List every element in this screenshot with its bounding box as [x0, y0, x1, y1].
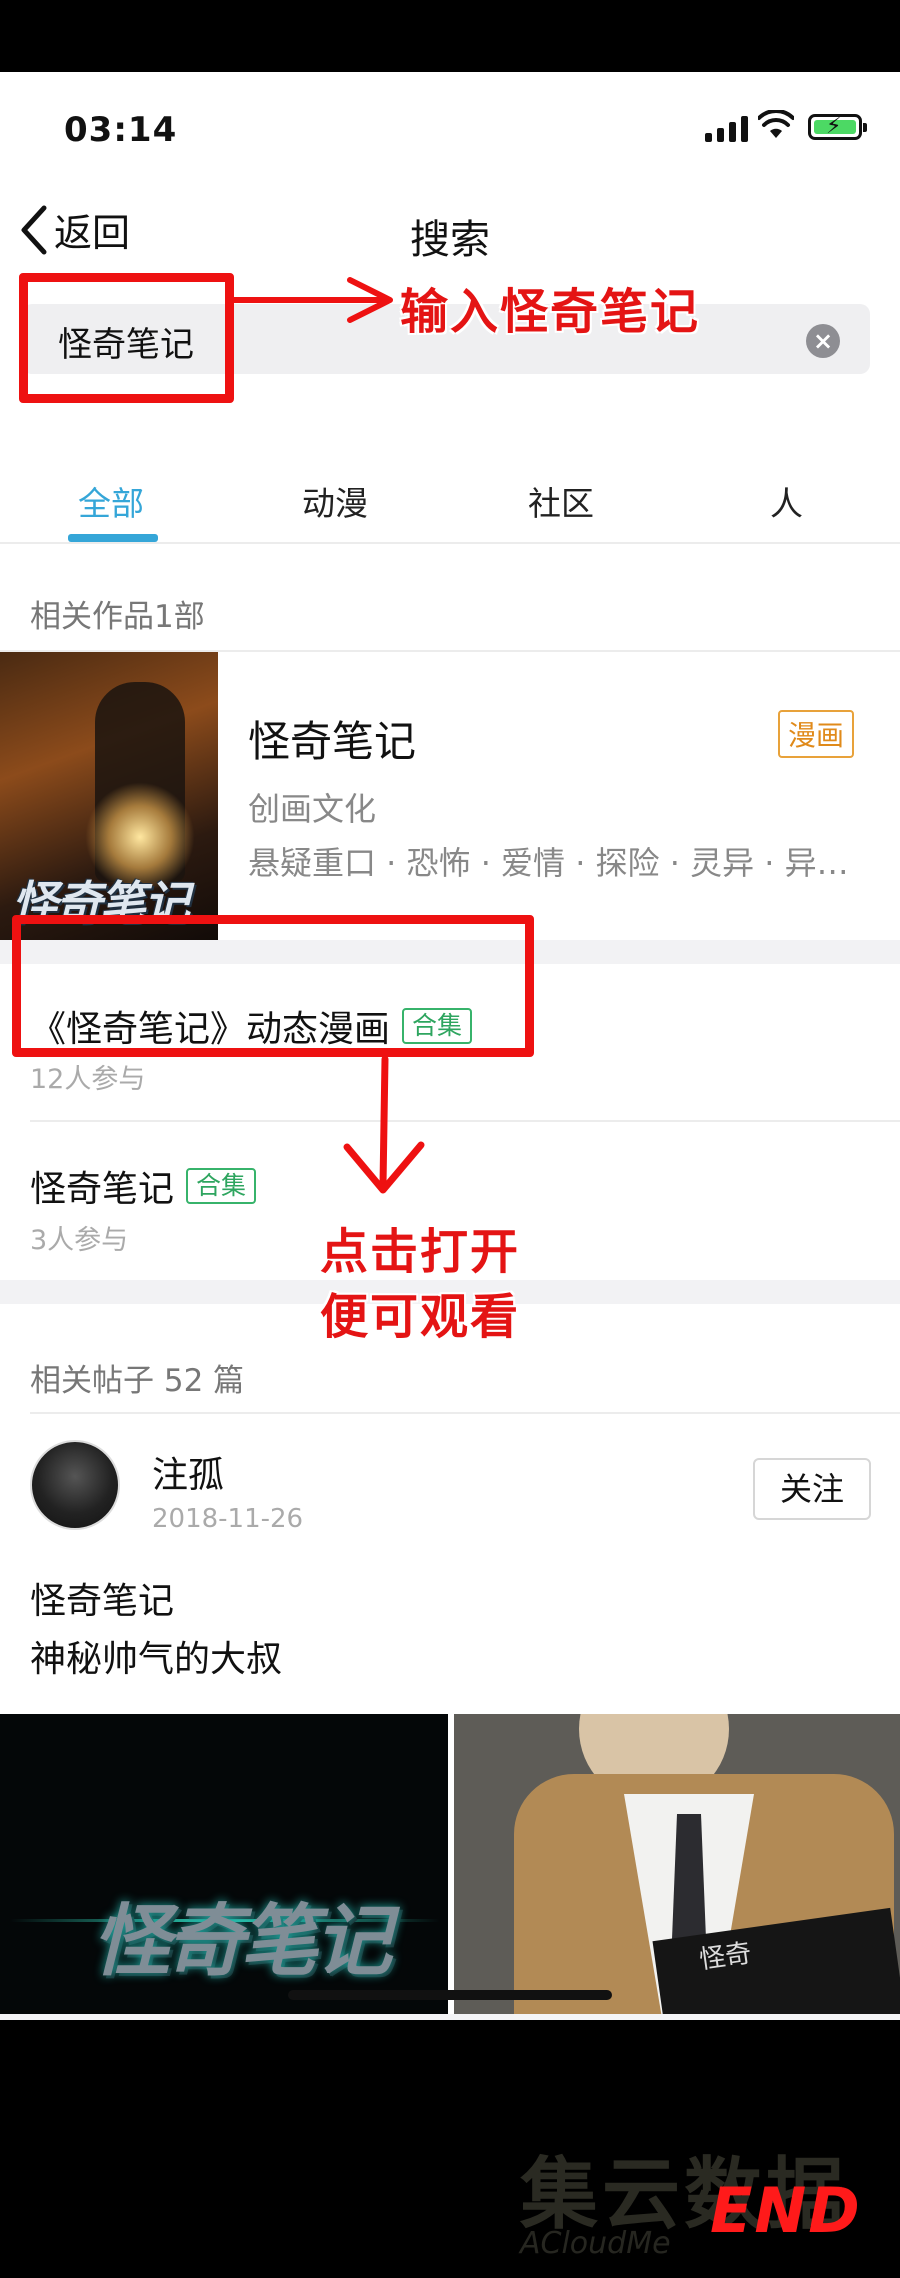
post-image[interactable]: 怪奇笔记: [0, 1714, 448, 2014]
click-hint-line2: 便可观看: [320, 1289, 521, 1345]
work-tags: 悬疑重口 · 恐怖 · 爱情 · 探险 · 灵异 · 异…: [248, 844, 849, 882]
tab-community[interactable]: 社区: [528, 477, 594, 525]
post-author[interactable]: 注孤: [152, 1446, 224, 1498]
divider: [30, 1412, 900, 1414]
avatar[interactable]: [30, 1440, 120, 1530]
divider: [0, 542, 900, 544]
work-cover-image[interactable]: 怪奇笔记: [0, 652, 218, 940]
home-indicator: [288, 1990, 612, 2000]
post-date: 2018-11-26: [152, 1504, 304, 1534]
watermark-subtext: ACloudMe: [520, 2226, 671, 2261]
works-section-header: 相关作品1部: [30, 599, 205, 635]
tab-anime[interactable]: 动漫: [302, 477, 368, 525]
bottom-bar: [0, 2014, 900, 2020]
post-image[interactable]: 怪奇: [454, 1714, 900, 2014]
topic-title: 怪奇笔记: [30, 1169, 175, 1210]
post-image-book-text: 怪奇: [697, 1938, 754, 1976]
post-text-line: 怪奇笔记: [30, 1581, 175, 1622]
clear-icon[interactable]: ×: [806, 324, 840, 358]
topic-highlight-box: [12, 915, 534, 1057]
search-highlight-box: [19, 273, 234, 403]
arrow-right-icon: [226, 277, 393, 323]
wifi-icon: [758, 110, 794, 138]
cellular-signal-icon: [705, 116, 748, 142]
posts-section-header: 相关帖子 52 篇: [30, 1363, 245, 1399]
post-image-logo: 怪奇笔记: [92, 1897, 392, 1987]
topic-participants: 12人参与: [30, 1064, 146, 1095]
input-hint-annotation: 输入怪奇笔记: [400, 284, 701, 340]
arrow-down-icon: [343, 1055, 425, 1194]
comic-badge: 漫画: [778, 710, 855, 758]
topic-participants: 3人参与: [30, 1225, 129, 1256]
battery-icon: ⚡: [808, 114, 867, 140]
work-author: 创画文化: [248, 790, 377, 828]
page-title: 搜索: [410, 217, 490, 263]
status-time: 03:14: [64, 110, 178, 150]
follow-button[interactable]: 关注: [753, 1458, 871, 1520]
tab-all[interactable]: 全部: [78, 477, 144, 525]
tab-active-indicator: [68, 534, 158, 542]
end-label: END: [710, 2174, 862, 2247]
work-title[interactable]: 怪奇笔记: [248, 708, 416, 769]
post-text-line: 神秘帅气的大叔: [30, 1639, 283, 1680]
click-hint-line1: 点击打开: [320, 1224, 521, 1280]
collection-badge: 合集: [186, 1168, 257, 1204]
tab-people[interactable]: 人: [770, 477, 803, 525]
